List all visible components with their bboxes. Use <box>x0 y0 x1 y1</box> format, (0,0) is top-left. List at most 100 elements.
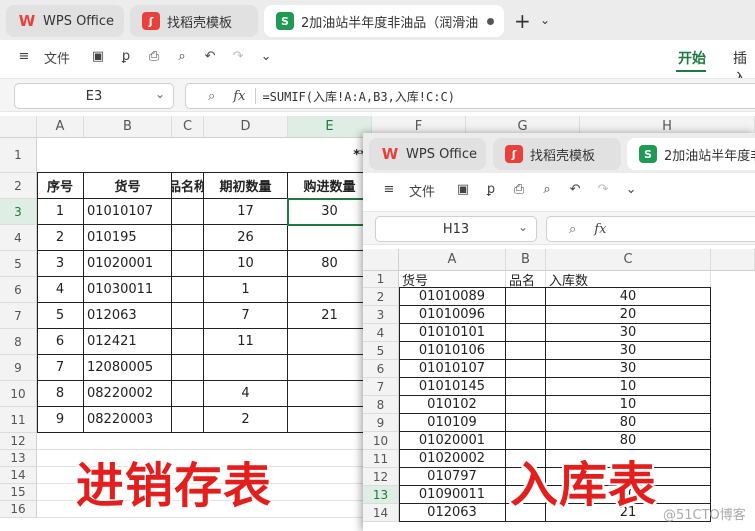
row-header-7[interactable]: 7 <box>363 378 399 396</box>
formula-input[interactable]: ⌕ fx =SUMIF(入库!A:A,B3,入库!C:C) <box>185 83 755 109</box>
new-tab-plus-icon[interactable]: + <box>514 9 531 33</box>
data-cell[interactable]: 010195 <box>84 225 172 251</box>
data-cell[interactable]: 012063 <box>84 303 172 329</box>
header-cell[interactable]: 购进数量 <box>288 173 372 199</box>
zoom-icon[interactable]: ⌕ <box>569 222 576 237</box>
data-cell[interactable]: 01010107 <box>84 199 172 225</box>
header-cell[interactable]: 入库数 <box>546 271 711 288</box>
format-painter-icon[interactable]: ꝑ <box>483 182 499 198</box>
data-cell[interactable] <box>506 288 546 306</box>
column-header-a[interactable]: A <box>399 249 506 271</box>
row-header-13[interactable]: 13 <box>363 486 399 504</box>
data-cell[interactable]: 26 <box>204 225 288 251</box>
selected-cell-e3[interactable] <box>287 198 373 226</box>
data-cell[interactable] <box>172 225 204 251</box>
data-cell[interactable]: 80 <box>546 414 711 432</box>
data-cell[interactable]: 11 <box>204 329 288 355</box>
data-cell[interactable]: 01020001 <box>84 251 172 277</box>
title-row-merged[interactable] <box>37 138 340 173</box>
data-cell[interactable]: 40 <box>546 288 711 306</box>
column-header-e[interactable]: E <box>288 116 372 138</box>
row-header-2[interactable]: 2 <box>363 288 399 306</box>
save-icon[interactable]: ▣ <box>455 182 471 198</box>
data-cell[interactable] <box>172 407 204 433</box>
data-cell[interactable]: 01010089 <box>399 288 506 306</box>
row-header-3[interactable]: 3 <box>363 306 399 324</box>
data-cell[interactable]: 2 <box>37 225 84 251</box>
data-cell[interactable]: 1 <box>37 199 84 225</box>
print-preview-icon[interactable]: ⌕ <box>539 182 555 198</box>
row-header-12[interactable]: 12 <box>363 468 399 486</box>
data-cell[interactable]: 012421 <box>84 329 172 355</box>
data-cell[interactable]: 6 <box>37 329 84 355</box>
data-cell[interactable] <box>172 381 204 407</box>
data-cell[interactable]: 012063 <box>399 504 506 522</box>
name-box[interactable]: H13 ⌄ <box>375 216 537 242</box>
data-cell[interactable]: 4 <box>204 381 288 407</box>
row-header-6[interactable]: 6 <box>363 360 399 378</box>
row-header-1[interactable]: 1 <box>0 138 37 173</box>
redo-icon[interactable]: ↷ <box>595 182 611 198</box>
data-cell[interactable] <box>172 251 204 277</box>
row-header-5[interactable]: 5 <box>0 251 37 277</box>
data-cell[interactable]: 010797 <box>399 468 506 486</box>
header-cell[interactable]: 品名称 <box>172 173 204 199</box>
data-cell[interactable]: 4 <box>37 277 84 303</box>
data-cell[interactable]: 21 <box>288 303 372 329</box>
fx-icon[interactable]: fx <box>594 222 606 237</box>
column-header-d[interactable]: D <box>204 116 288 138</box>
corner-select-all[interactable] <box>0 116 37 138</box>
more-chevron-icon[interactable]: ⌄ <box>623 182 639 198</box>
name-box[interactable]: E3 ⌄ <box>14 83 174 109</box>
data-cell[interactable]: 08220003 <box>84 407 172 433</box>
data-cell[interactable]: 1 <box>204 277 288 303</box>
tab-wps-office[interactable]: W WPS Office <box>6 5 124 37</box>
save-icon[interactable]: ▣ <box>90 49 106 65</box>
row-header-10[interactable]: 10 <box>363 432 399 450</box>
data-cell[interactable] <box>288 225 372 251</box>
data-cell[interactable]: 10 <box>204 251 288 277</box>
row-header-11[interactable]: 11 <box>363 450 399 468</box>
column-header-b[interactable]: B <box>84 116 172 138</box>
data-cell[interactable] <box>506 342 546 360</box>
data-cell[interactable]: 9 <box>37 407 84 433</box>
tab-spreadsheet-active[interactable]: S 2加油站半年度非油品（润滑油）进 <box>264 5 504 37</box>
undo-icon[interactable]: ↶ <box>202 49 218 65</box>
ribbon-tab-home[interactable]: 开始 <box>678 48 706 68</box>
data-cell[interactable]: 30 <box>546 342 711 360</box>
row-header-16[interactable]: 16 <box>0 501 37 518</box>
data-cell[interactable]: 3 <box>37 251 84 277</box>
zoom-icon[interactable]: ⌕ <box>208 89 215 104</box>
data-cell[interactable]: 17 <box>204 199 288 225</box>
data-cell[interactable]: 01010096 <box>399 306 506 324</box>
row-header-2[interactable]: 2 <box>0 173 37 199</box>
header-cell[interactable]: 货号 <box>84 173 172 199</box>
data-cell[interactable] <box>288 277 372 303</box>
data-cell[interactable]: 7 <box>37 355 84 381</box>
data-cell[interactable] <box>506 360 546 378</box>
data-cell[interactable] <box>506 414 546 432</box>
data-cell[interactable]: 2 <box>204 407 288 433</box>
data-cell[interactable] <box>172 355 204 381</box>
data-cell[interactable]: 7 <box>204 303 288 329</box>
data-cell[interactable]: 5 <box>37 303 84 329</box>
row-header-7[interactable]: 7 <box>0 303 37 329</box>
data-cell[interactable] <box>172 199 204 225</box>
data-cell[interactable] <box>172 277 204 303</box>
data-cell[interactable] <box>172 303 204 329</box>
print-icon[interactable]: ⎙ <box>146 49 162 65</box>
row-header-10[interactable]: 10 <box>0 381 37 407</box>
chevron-down-icon[interactable]: ⌄ <box>540 13 550 27</box>
data-cell[interactable]: 01010107 <box>399 360 506 378</box>
row-header-8[interactable]: 8 <box>0 329 37 355</box>
column-header-b[interactable]: B <box>506 249 546 271</box>
data-cell[interactable] <box>204 355 288 381</box>
file-menu[interactable]: 文件 <box>409 181 435 200</box>
data-cell[interactable]: 30 <box>546 324 711 342</box>
formula-input[interactable]: ⌕ fx <box>546 216 755 242</box>
data-cell[interactable]: 01020001 <box>399 432 506 450</box>
redo-icon[interactable]: ↷ <box>230 49 246 65</box>
data-cell[interactable] <box>506 306 546 324</box>
data-cell[interactable]: 08220002 <box>84 381 172 407</box>
data-cell[interactable] <box>288 407 372 433</box>
